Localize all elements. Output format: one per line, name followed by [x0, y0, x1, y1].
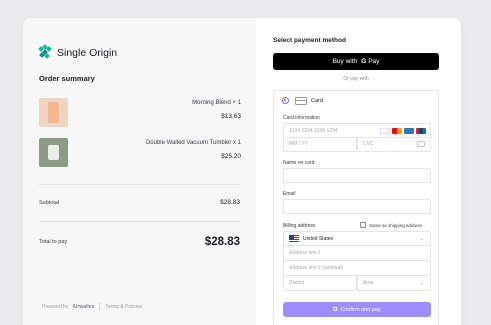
expiry-input[interactable]: MM / YY — [283, 137, 357, 152]
address-line1-input[interactable]: Address line 1 — [283, 246, 431, 261]
item-name: Morning Blend × 1 — [192, 100, 241, 106]
payment-panel: Select payment method Buy with G Pay Or … — [256, 18, 461, 325]
card-number-input[interactable]: 1234 1234 1234 1234 — [283, 123, 431, 138]
visa-icon — [380, 128, 390, 134]
google-g-icon: G — [361, 58, 367, 65]
list-item: Morning Blend × 1 $13.63 — [39, 98, 241, 128]
brand-name: Single Origin — [57, 46, 118, 59]
item-name: Double Walled Vacuum Tumbler x 1 — [145, 140, 241, 146]
amex-icon — [404, 128, 414, 134]
card-radio[interactable] — [282, 97, 289, 104]
product-thumbnail — [39, 98, 68, 127]
footer-separator — [99, 303, 101, 311]
card-option-label: Card — [311, 98, 323, 104]
divider — [39, 184, 240, 185]
billing-label: Billing address — [283, 223, 316, 229]
address-line2-input[interactable]: Address line 2 (optional) — [283, 261, 431, 276]
address-line2-placeholder: Address line 2 (optional) — [289, 265, 343, 271]
same-as-shipping-checkbox[interactable] — [360, 222, 366, 228]
gpay-buy-with: Buy with — [332, 58, 358, 65]
subtotal-label: Subtotal — [39, 200, 60, 206]
brand: Single Origin — [38, 44, 118, 59]
item-price: $13.63 — [221, 113, 241, 120]
name-on-card-input[interactable] — [283, 168, 431, 183]
country-value: United States — [303, 235, 334, 242]
item-price: $25.20 — [221, 153, 241, 160]
cvc-icon — [417, 141, 425, 147]
unionpay-icon — [416, 128, 426, 134]
brand-logo-icon — [38, 44, 52, 59]
product-thumbnail — [39, 138, 68, 167]
subtotal-value: $28.83 — [220, 199, 240, 206]
total-value: $28.83 — [204, 236, 240, 248]
terms-link[interactable]: Terms & Policies — [105, 304, 142, 310]
cvc-placeholder: CVC — [363, 141, 374, 147]
chevron-down-icon: ⌄ — [419, 236, 424, 242]
email-label: Email — [283, 191, 296, 197]
order-summary-title: Order summary — [39, 74, 95, 83]
name-label: Name on card — [283, 160, 315, 166]
card-payment-form: Card Card information 1234 1234 1234 123… — [273, 90, 439, 325]
order-summary-panel: Single Origin Order summary Morning Blen… — [23, 18, 256, 325]
area-select[interactable]: Area ⌄ — [357, 276, 431, 291]
cvc-input[interactable]: CVC — [357, 137, 431, 152]
expiry-placeholder: MM / YY — [289, 141, 309, 147]
confirm-label: Confirm and pay — [340, 306, 381, 313]
email-input[interactable] — [283, 199, 431, 214]
confirm-and-pay-button[interactable]: Confirm and pay — [283, 302, 431, 317]
district-placeholder: District — [289, 280, 305, 286]
payment-method-title: Select payment method — [273, 37, 346, 44]
checkout-card: Single Origin Order summary Morning Blen… — [23, 18, 461, 325]
chevron-down-icon: ⌄ — [419, 280, 424, 286]
google-pay-button[interactable]: Buy with G Pay — [273, 53, 439, 70]
lock-icon — [333, 306, 338, 311]
us-flag-icon — [289, 235, 299, 242]
same-as-shipping-label: Same as shipping address — [369, 223, 423, 228]
card-number-placeholder: 1234 1234 1234 1234 — [289, 127, 338, 134]
district-input[interactable]: District — [283, 276, 357, 291]
card-info-label: Card information — [283, 115, 320, 121]
card-brands — [378, 128, 426, 134]
total-label: Total to pay — [39, 239, 68, 245]
country-select[interactable]: United States ⌄ — [283, 231, 431, 246]
area-placeholder: Area — [363, 280, 374, 286]
card-icon — [295, 97, 307, 105]
gpay-pay: Pay — [368, 58, 380, 65]
mastercard-icon — [392, 128, 402, 134]
address-line1-placeholder: Address line 1 — [289, 250, 321, 256]
footer: Powered by Airwallex Terms & Policies — [42, 303, 142, 311]
list-item: Double Walled Vacuum Tumbler x 1 $25.20 — [39, 138, 241, 168]
divider — [39, 221, 240, 222]
powered-by-text: Powered by — [42, 304, 69, 310]
airwallex-logo: Airwallex — [72, 304, 95, 310]
or-pay-with: Or pay with — [343, 76, 369, 82]
